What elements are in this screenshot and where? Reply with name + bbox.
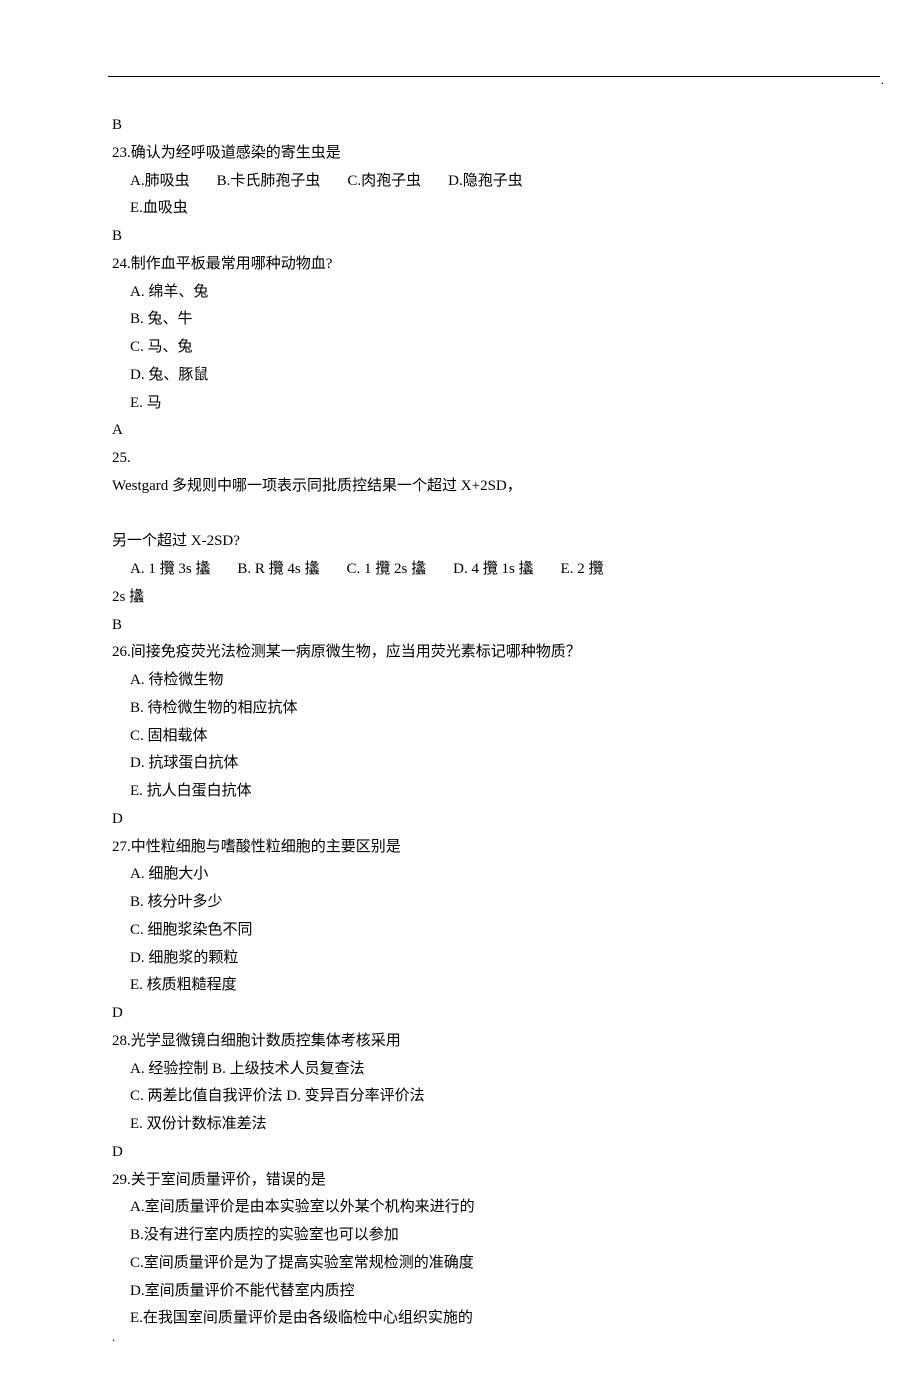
text-line: C. 细胞浆染色不同 bbox=[112, 917, 816, 945]
answer-option: C. 1 攬 2s 攭 bbox=[347, 561, 427, 577]
answer-option: D. 4 攬 1s 攭 bbox=[453, 561, 533, 577]
answer-option: A. 1 攬 3s 攭 bbox=[130, 561, 210, 577]
text-line: 24.制作血平板最常用哪种动物血? bbox=[112, 251, 816, 279]
footer-left-dot: . bbox=[112, 1325, 115, 1349]
text-line: E. 抗人白蛋白抗体 bbox=[112, 778, 816, 806]
text-line: B bbox=[112, 223, 816, 251]
answer-option: C.肉孢子虫 bbox=[347, 173, 421, 189]
answer-option: E. 2 攬 bbox=[561, 561, 604, 577]
text-line: C.室间质量评价是为了提高实验室常规检测的准确度 bbox=[112, 1250, 816, 1278]
text-line: B. 核分叶多少 bbox=[112, 889, 816, 917]
text-line: D. 抗球蛋白抗体 bbox=[112, 750, 816, 778]
text-line: C. 马、兔 bbox=[112, 334, 816, 362]
header-rule bbox=[108, 76, 880, 77]
text-line: 另一个超过 X-2SD? bbox=[112, 528, 816, 556]
text-line: B bbox=[112, 612, 816, 640]
text-line: A. 待检微生物 bbox=[112, 667, 816, 695]
header-right-dot: . bbox=[881, 68, 884, 92]
text-line bbox=[112, 501, 816, 529]
text-line: D bbox=[112, 806, 816, 834]
text-line: Westgard 多规则中哪一项表示同批质控结果一个超过 X+2SD， bbox=[112, 473, 816, 501]
text-line: E.在我国室间质量评价是由各级临检中心组织实施的 bbox=[112, 1305, 816, 1333]
text-line: B bbox=[112, 112, 816, 140]
text-line: 28.光学显微镜白细胞计数质控集体考核采用 bbox=[112, 1028, 816, 1056]
text-line: 25. bbox=[112, 445, 816, 473]
text-line: 26.间接免疫荧光法检测某一病原微生物，应当用荧光素标记哪种物质？ bbox=[112, 639, 816, 667]
text-line: D. 兔、豚鼠 bbox=[112, 362, 816, 390]
text-line: 27.中性粒细胞与嗜酸性粒细胞的主要区别是 bbox=[112, 834, 816, 862]
text-line: E.血吸虫 bbox=[112, 195, 816, 223]
text-line: D.室间质量评价不能代替室内质控 bbox=[112, 1278, 816, 1306]
answer-option: A.肺吸虫 bbox=[130, 173, 190, 189]
text-line: 2s 攭 bbox=[112, 584, 816, 612]
text-line: A bbox=[112, 417, 816, 445]
document-page: . B23.确认为经呼吸道感染的寄生虫是A.肺吸虫B.卡氏肺孢子虫C.肉孢子虫D… bbox=[0, 0, 920, 1373]
text-line: E. 核质粗糙程度 bbox=[112, 972, 816, 1000]
text-line: 29.关于室间质量评价，错误的是 bbox=[112, 1167, 816, 1195]
text-line: B. 兔、牛 bbox=[112, 306, 816, 334]
text-line: A. 细胞大小 bbox=[112, 861, 816, 889]
text-line: E. 双份计数标准差法 bbox=[112, 1111, 816, 1139]
text-line: D bbox=[112, 1139, 816, 1167]
text-line: E. 马 bbox=[112, 390, 816, 418]
text-line: B.没有进行室内质控的实验室也可以参加 bbox=[112, 1222, 816, 1250]
text-line: B. 待检微生物的相应抗体 bbox=[112, 695, 816, 723]
text-line: 23.确认为经呼吸道感染的寄生虫是 bbox=[112, 140, 816, 168]
text-line: C. 固相载体 bbox=[112, 723, 816, 751]
text-line: A. 1 攬 3s 攭 B. R 攬 4s 攭 C. 1 攬 2s 攭 D. 4 攬 … bbox=[112, 556, 816, 584]
answer-option: B. R 攬 4s 攭 bbox=[237, 561, 319, 577]
answer-option: D.隐孢子虫 bbox=[448, 173, 523, 189]
text-line: A.肺吸虫 B.卡氏肺孢子虫 C.肉孢子虫 D.隐孢子虫 bbox=[112, 168, 816, 196]
text-line: C. 两差比值自我评价法 D. 变异百分率评价法 bbox=[112, 1083, 816, 1111]
text-line: D bbox=[112, 1000, 816, 1028]
answer-option: B.卡氏肺孢子虫 bbox=[217, 173, 321, 189]
text-line: A. 绵羊、兔 bbox=[112, 279, 816, 307]
document-body: B23.确认为经呼吸道感染的寄生虫是A.肺吸虫B.卡氏肺孢子虫C.肉孢子虫D.隐… bbox=[112, 112, 816, 1333]
text-line: A.室间质量评价是由本实验室以外某个机构来进行的 bbox=[112, 1194, 816, 1222]
text-line: A. 经验控制 B. 上级技术人员复查法 bbox=[112, 1056, 816, 1084]
text-line: D. 细胞浆的颗粒 bbox=[112, 945, 816, 973]
